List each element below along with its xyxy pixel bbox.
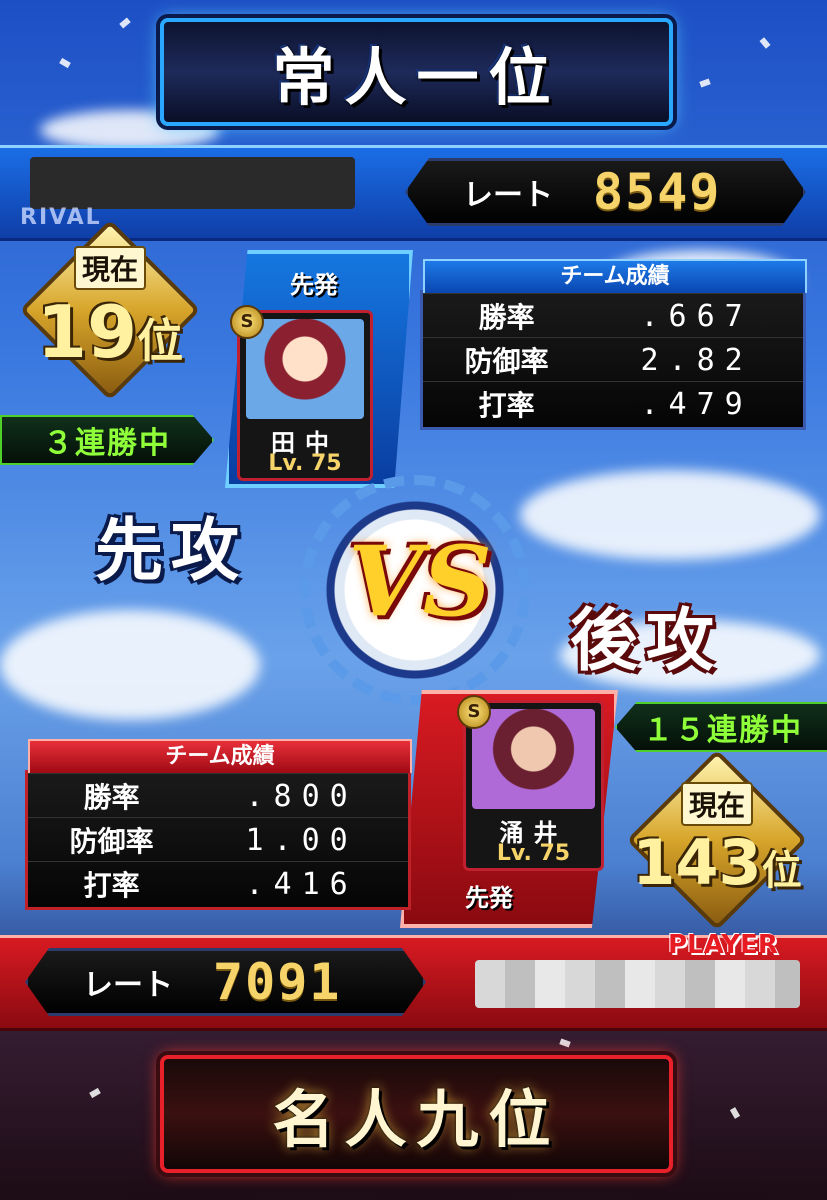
player-stats-title: チーム成績: [28, 739, 412, 773]
opponent-rank-label: 現在: [73, 246, 146, 290]
player-tag: PLAYER: [668, 930, 778, 960]
opponent-pitcher-card[interactable]: 田中 Lv. 75: [237, 310, 373, 481]
stat-row: 勝率 .667: [423, 293, 803, 338]
stat-row: 打率 .479: [423, 381, 803, 426]
s-rank-badge-icon: S: [230, 305, 264, 339]
stat-value: .416: [245, 866, 358, 902]
opponent-name-redacted: [30, 157, 355, 209]
opponent-rate-value: 8549: [593, 163, 722, 221]
player-pitcher-level: Lv. 75: [496, 841, 571, 866]
opponent-win-streak: ３連勝中: [0, 415, 214, 465]
opponent-rank: 19位: [37, 290, 183, 374]
player-rate-label: レート: [83, 968, 173, 1003]
confetti: [119, 17, 131, 29]
opponent-rank-unit: 位: [137, 314, 184, 368]
stat-label: 防御率: [69, 825, 154, 858]
cloud-decoration: [520, 470, 820, 560]
player-win-streak: １５連勝中: [615, 702, 827, 752]
opponent-pitcher-level: Lv. 75: [268, 451, 342, 476]
opponent-pitcher-role: 先発: [290, 271, 338, 299]
player-rank-title-banner: 名人九位: [160, 1055, 673, 1173]
opponent-stats-title: チーム成績: [423, 259, 807, 293]
opponent-rank-title-banner: 常人一位: [160, 18, 673, 126]
player-rate-value: 7091: [213, 953, 342, 1011]
opponent-rank-number: 19: [36, 290, 138, 374]
stat-value: .800: [245, 778, 358, 814]
stat-row: 防御率 2.82: [423, 337, 803, 382]
player-rank-medal: 現在 143位: [622, 749, 812, 931]
confetti: [699, 78, 711, 88]
stat-label: 打率: [83, 869, 140, 902]
confetti: [59, 57, 71, 69]
opponent-rank-medal: 現在 19位: [19, 219, 201, 401]
stat-label: 防御率: [464, 345, 549, 378]
opponent-batting-order: 先攻: [95, 511, 248, 591]
vs-label: VS: [348, 525, 492, 638]
player-team-stats: チーム成績 勝率 .800 防御率 1.00 打率 .416: [25, 739, 412, 910]
stat-row: 防御率 1.00: [28, 817, 408, 862]
opponent-team-stats: チーム成績 勝率 .667 防御率 2.82 打率 .479: [420, 259, 807, 430]
s-rank-badge-icon: S: [457, 695, 491, 729]
cloud-decoration: [0, 610, 260, 720]
confetti: [759, 37, 771, 49]
stat-row: 打率 .416: [28, 861, 408, 906]
stat-label: 勝率: [83, 781, 140, 814]
stat-value: .667: [640, 298, 753, 334]
player-rank-label: 現在: [680, 781, 753, 826]
player-rank-title: 名人九位: [272, 1083, 561, 1156]
opponent-rate-box: レート 8549: [405, 158, 806, 226]
stat-row: 勝率 .800: [28, 773, 408, 818]
opponent-rate-label: レート: [463, 178, 553, 213]
player-rate-box: レート 7091: [25, 948, 426, 1016]
stat-value: 1.00: [245, 822, 358, 858]
player-batting-order: 後攻: [570, 601, 723, 681]
rival-tag: RIVAL: [20, 205, 102, 230]
stat-label: 打率: [478, 389, 535, 422]
opponent-pitcher-portrait: [246, 319, 364, 419]
opponent-rank-title: 常人一位: [272, 41, 561, 114]
player-rank: 143位: [632, 826, 801, 899]
stat-label: 勝率: [478, 301, 535, 334]
player-rank-number: 143: [632, 825, 762, 899]
stat-value: .479: [640, 386, 753, 422]
player-name-redacted: [475, 960, 800, 1008]
stat-value: 2.82: [640, 342, 753, 378]
player-rank-unit: 位: [761, 847, 802, 894]
player-pitcher-role: 先発: [465, 884, 513, 912]
player-pitcher-portrait: [472, 709, 595, 809]
